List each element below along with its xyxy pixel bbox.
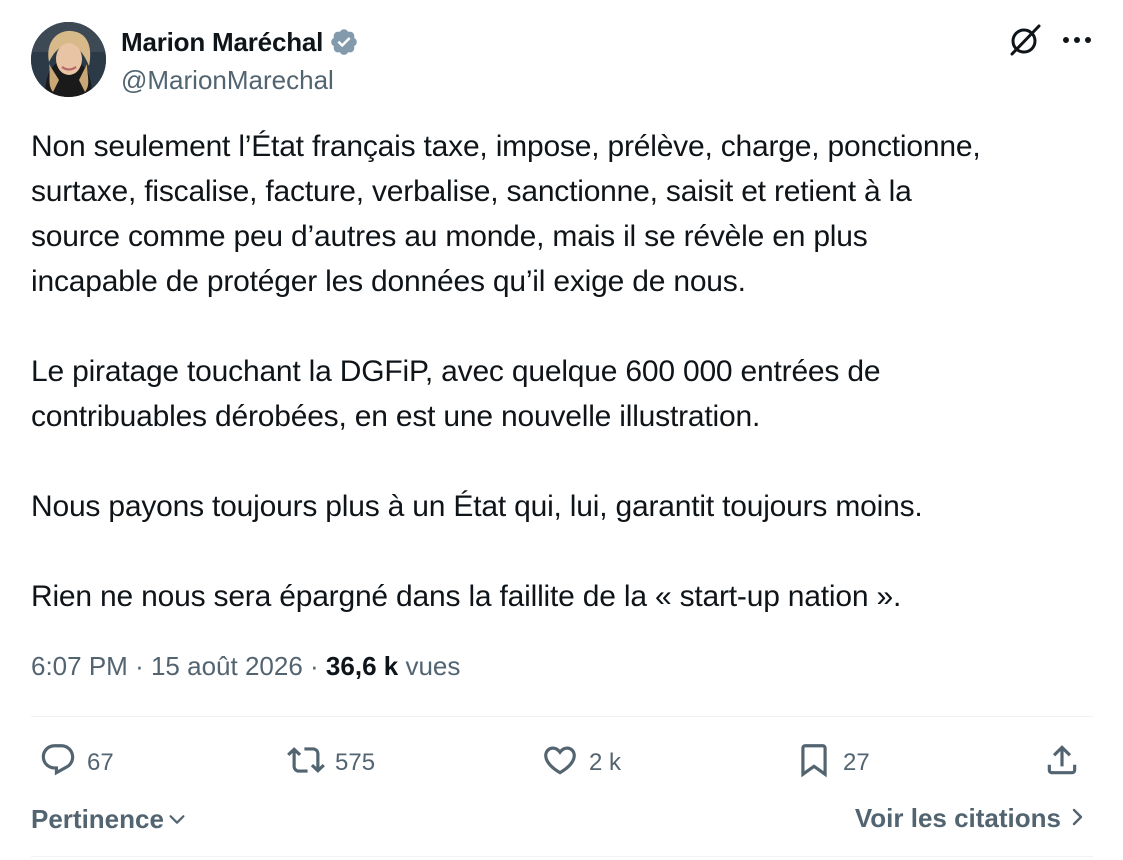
view-quotes-link[interactable]: Voir les citations (855, 802, 1087, 835)
more-icon[interactable] (1061, 28, 1093, 52)
repost-icon (287, 741, 325, 786)
repost-count: 575 (335, 749, 376, 776)
text-line: Non seulement l’État français taxe, impo… (31, 130, 981, 163)
meta-separator: · (310, 651, 319, 681)
text-line: source comme peu d’autres au monde, mais… (31, 220, 868, 253)
text-line: Nous payons toujours plus à un État qui,… (31, 490, 923, 523)
chevron-right-icon (1061, 802, 1087, 835)
text-line: Rien ne nous sera épargné dans la failli… (31, 580, 902, 613)
grok-icon[interactable] (1007, 22, 1043, 58)
text-line: contribuables dérobées, en est une nouve… (31, 400, 761, 433)
like-count: 2 k (589, 749, 622, 776)
tweet-paragraph: Nous payons toujours plus à un État qui,… (31, 484, 1101, 529)
sort-label: Pertinence (31, 804, 164, 834)
divider (31, 716, 1093, 717)
author-handle[interactable]: @MarionMarechal (121, 64, 334, 96)
tweet-header: Marion Maréchal @MarionMarechal (31, 22, 1093, 100)
meta-separator: · (135, 651, 144, 681)
like-button[interactable]: 2 k (541, 735, 621, 791)
quotes-label: Voir les citations (854, 803, 1061, 833)
text-line: incapable de protéger les données qu’il … (31, 265, 746, 298)
views-count: 36,6 k (325, 651, 399, 681)
tweet-time[interactable]: 6:07 PM (31, 651, 128, 681)
avatar[interactable] (31, 22, 106, 97)
heart-icon (541, 741, 579, 786)
reply-icon (39, 741, 77, 786)
bookmark-count: 27 (843, 749, 870, 776)
share-button[interactable] (1043, 735, 1081, 791)
share-icon (1043, 741, 1081, 786)
divider (31, 856, 1093, 857)
reply-count: 67 (87, 749, 114, 776)
text-line: surtaxe, fiscalise, facture, verbalise, … (31, 175, 912, 208)
reply-button[interactable]: 67 (39, 735, 114, 791)
views-label: vues (405, 651, 461, 681)
tweet-paragraph: Rien ne nous sera épargné dans la failli… (31, 574, 1101, 619)
tweet-meta: 6:07 PM · 15 août 2026 · 36,6 k vues (31, 648, 460, 684)
tweet-paragraph: Le piratage touchant la DGFiP, avec quel… (31, 349, 1101, 439)
sort-dropdown[interactable]: Pertinence (31, 802, 188, 837)
repost-button[interactable]: 575 (287, 735, 375, 791)
tweet-date[interactable]: 15 août 2026 (151, 651, 303, 681)
chevron-down-icon (164, 802, 188, 837)
bookmark-icon (795, 741, 833, 786)
author-name[interactable]: Marion Maréchal (121, 26, 323, 58)
bookmark-button[interactable]: 27 (795, 735, 870, 791)
verified-badge-icon (329, 27, 359, 57)
tweet-text: Non seulement l’État français taxe, impo… (31, 124, 1101, 619)
tweet-paragraph: Non seulement l’État français taxe, impo… (31, 124, 1101, 304)
replies-footer: Pertinence Voir les citations (31, 802, 1093, 842)
action-bar: 67 575 2 k 27 (31, 735, 1093, 791)
text-line: Le piratage touchant la DGFiP, avec quel… (31, 355, 881, 388)
